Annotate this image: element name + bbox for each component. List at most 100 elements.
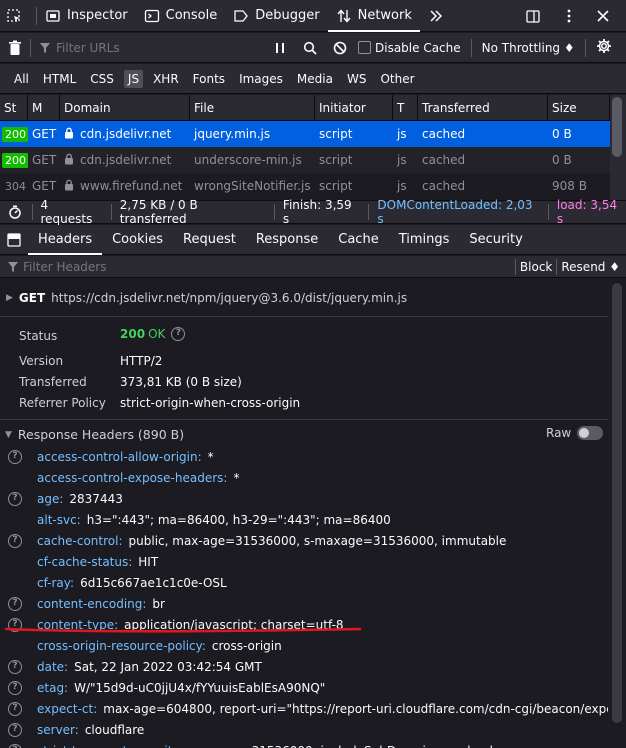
- help-icon[interactable]: ?: [8, 702, 22, 716]
- response-header-row[interactable]: ? age: 2837443: [8, 492, 123, 506]
- type-filter-xhr[interactable]: XHR: [149, 70, 183, 88]
- pick-element-button[interactable]: [0, 0, 36, 32]
- tab-request[interactable]: Request: [173, 225, 246, 255]
- cell-initiator: script: [319, 127, 353, 141]
- network-settings-button[interactable]: [596, 38, 612, 57]
- type-filter-html[interactable]: HTML: [39, 70, 80, 88]
- type-filter-images[interactable]: Images: [235, 70, 287, 88]
- resend-button[interactable]: Resend ♦: [557, 260, 626, 274]
- response-header-row[interactable]: ? etag: W/"15d9d-uC0jjU4x/fYYuuisEablEsA90…: [8, 681, 325, 695]
- status-badge: 304: [5, 180, 26, 193]
- help-icon[interactable]: ?: [171, 327, 186, 341]
- request-url-line[interactable]: ▶ GET https://cdn.jsdelivr.net/npm/jquer…: [6, 291, 407, 305]
- type-filter-ws[interactable]: WS: [343, 70, 370, 88]
- cell-size: 0 B: [552, 127, 572, 141]
- more-tools-button[interactable]: [420, 0, 458, 32]
- help-icon[interactable]: ?: [8, 597, 22, 611]
- response-header-row[interactable]: ? access-control-allow-origin: *: [8, 450, 214, 464]
- help-icon[interactable]: ?: [8, 534, 22, 548]
- help-icon[interactable]: ?: [8, 660, 22, 674]
- raw-toggle[interactable]: Raw: [546, 426, 604, 440]
- tab-response[interactable]: Response: [246, 225, 328, 255]
- type-filter-fonts[interactable]: Fonts: [189, 70, 229, 88]
- column-header-domain[interactable]: Domain: [60, 95, 190, 121]
- tab-cookies[interactable]: Cookies: [102, 225, 173, 255]
- cell-domain: www.firefund.net: [60, 173, 190, 199]
- type-filter-other[interactable]: Other: [376, 70, 418, 88]
- lock-icon: [65, 153, 73, 165]
- referrer-policy-label: Referrer Policy: [19, 396, 106, 410]
- header-value: br: [152, 597, 165, 611]
- performance-button[interactable]: [0, 205, 30, 219]
- headers-panel-scrollbar[interactable]: [608, 279, 626, 748]
- type-filter-all[interactable]: All: [10, 70, 33, 88]
- response-header-row[interactable]: ? server: cloudflare: [8, 723, 144, 737]
- column-header-m[interactable]: M: [28, 95, 60, 121]
- block-url-button[interactable]: [330, 41, 350, 55]
- raw-switch[interactable]: [577, 426, 604, 440]
- tab-console[interactable]: Console: [136, 0, 226, 32]
- help-icon[interactable]: ?: [8, 744, 22, 748]
- table-row[interactable]: 304 GET www.firefund.net wrongSiteNotifier.…: [0, 173, 610, 199]
- response-header-row[interactable]: ?cross-origin-resource-policy:cross-orig…: [8, 639, 282, 653]
- response-header-row[interactable]: ? strict-transport-security: max-age=31536…: [8, 744, 493, 748]
- search-button[interactable]: [300, 41, 320, 55]
- dock-options-button[interactable]: [518, 0, 554, 32]
- more-options-button[interactable]: [554, 0, 590, 32]
- help-icon[interactable]: ?: [8, 723, 22, 737]
- clear-requests-button[interactable]: [0, 33, 30, 63]
- block-button[interactable]: Block: [516, 260, 556, 274]
- column-header-st[interactable]: St: [0, 95, 28, 121]
- tab-inspector[interactable]: Inspector: [37, 0, 136, 32]
- tab-network[interactable]: Network: [327, 0, 421, 32]
- response-header-row[interactable]: ? content-encoding: br: [8, 597, 165, 611]
- column-header-t[interactable]: T: [393, 95, 418, 121]
- disable-cache-toggle[interactable]: Disable Cache: [358, 41, 461, 55]
- table-row[interactable]: 200 GET cdn.jsdelivr.net underscore-min.js s…: [0, 147, 610, 173]
- tab-security[interactable]: Security: [459, 225, 532, 255]
- filter-headers-input[interactable]: [23, 259, 423, 274]
- column-header-file[interactable]: File: [190, 95, 315, 121]
- pause-button[interactable]: [270, 42, 290, 54]
- type-filter-js[interactable]: JS: [123, 69, 144, 88]
- filter-urls-input[interactable]: [56, 40, 266, 55]
- gear-icon: [596, 39, 611, 53]
- close-devtools-button[interactable]: [590, 0, 626, 32]
- disable-cache-checkbox[interactable]: [358, 41, 371, 54]
- dock-icon: [526, 9, 540, 23]
- header-name: alt-svc:: [37, 513, 81, 527]
- help-icon[interactable]: ?: [8, 492, 22, 506]
- type-filter-css[interactable]: CSS: [86, 70, 118, 88]
- dom-content-loaded-time: DOMContentLoaded: 2,03 s: [377, 198, 533, 226]
- cell-file: underscore-min.js: [194, 153, 302, 167]
- close-icon: [597, 9, 609, 22]
- help-icon[interactable]: ?: [8, 450, 22, 464]
- request-table-scrollbar[interactable]: [610, 95, 626, 200]
- tab-debugger[interactable]: Debugger: [225, 0, 327, 32]
- column-header-initiator[interactable]: Initiator: [315, 95, 393, 121]
- column-header-transferred[interactable]: Transferred: [418, 95, 548, 121]
- disable-cache-label: Disable Cache: [375, 40, 461, 55]
- request-count: 4 requests: [40, 198, 93, 226]
- response-header-row[interactable]: ? date: Sat, 22 Jan 2022 03:42:54 GMT: [8, 660, 262, 674]
- response-header-row[interactable]: ?cf-cache-status:HIT: [8, 555, 158, 569]
- type-filter-media[interactable]: Media: [293, 70, 337, 88]
- response-header-row[interactable]: ?cf-ray:6d15c667ae1c1c0e-OSL: [8, 576, 227, 590]
- throttling-select[interactable]: No Throttling ♦: [482, 41, 575, 55]
- response-headers-section-toggle[interactable]: ▼ Response Headers (890 B): [5, 427, 184, 442]
- response-header-row[interactable]: ? expect-ct: max-age=604800, report-uri="h…: [8, 702, 608, 716]
- lock-icon: [65, 127, 73, 139]
- response-header-row[interactable]: ?alt-svc:h3=":443"; ma=86400, h3-29=":44…: [8, 513, 391, 527]
- tab-cache[interactable]: Cache: [328, 225, 388, 255]
- response-header-row[interactable]: ?access-control-expose-headers:*: [8, 471, 239, 485]
- tab-timings[interactable]: Timings: [389, 225, 460, 255]
- toggle-sidebar-button[interactable]: [0, 232, 28, 247]
- column-header-size[interactable]: Size: [548, 95, 610, 121]
- response-header-row[interactable]: ? cache-control: public, max-age=31536000,…: [8, 534, 506, 548]
- tab-headers[interactable]: Headers: [28, 225, 103, 255]
- table-row[interactable]: 200 GET cdn.jsdelivr.net jquery.min.js scrip…: [0, 121, 610, 147]
- help-icon[interactable]: ?: [8, 681, 22, 695]
- tab-console-label: Console: [165, 8, 218, 23]
- cell-status: 200: [0, 121, 28, 147]
- cell-type: js: [397, 127, 407, 141]
